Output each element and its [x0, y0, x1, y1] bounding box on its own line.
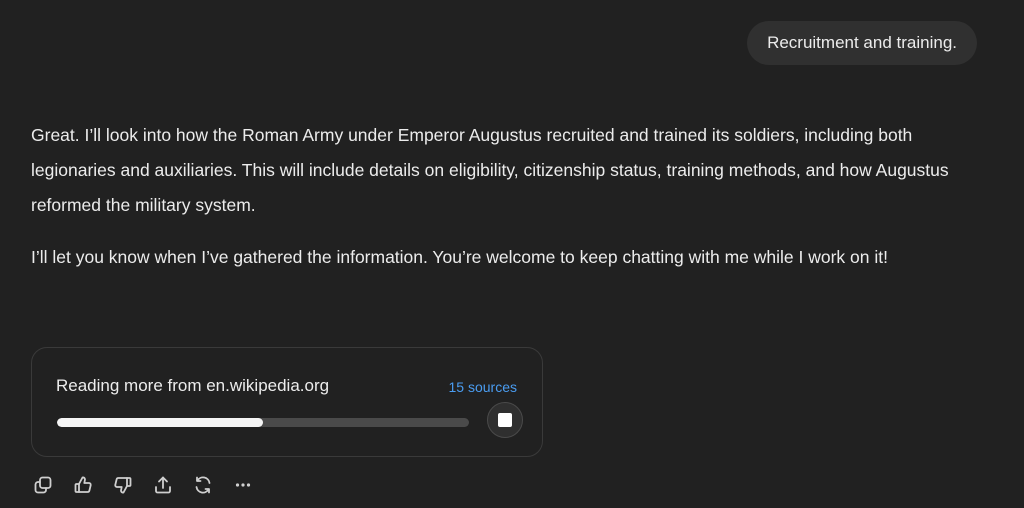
sources-link[interactable]: 15 sources [449, 379, 517, 395]
chat-page: Recruitment and training. Great. I’ll lo… [0, 0, 1024, 508]
assistant-message: Great. I’ll look into how the Roman Army… [31, 118, 971, 275]
more-options-button[interactable] [229, 471, 257, 499]
refresh-icon [195, 476, 211, 494]
share-button[interactable] [149, 471, 177, 499]
progress-bar-fill [57, 418, 263, 427]
stop-button[interactable] [487, 402, 523, 438]
research-progress-card: Reading more from en.wikipedia.org 15 so… [31, 347, 543, 457]
assistant-paragraph: I’ll let you know when I’ve gathered the… [31, 247, 888, 267]
progress-status-text: Reading more from en.wikipedia.org [56, 376, 330, 395]
stop-square-icon [498, 413, 512, 427]
regenerate-button[interactable] [189, 471, 217, 499]
more-horizontal-icon [235, 483, 251, 487]
progress-bar [57, 418, 469, 427]
copy-button[interactable] [29, 471, 57, 499]
assistant-paragraph: Great. I’ll look into how the Roman Army… [31, 125, 949, 215]
thumbs-down-icon [114, 477, 132, 494]
bad-response-button[interactable] [109, 471, 137, 499]
message-actions-toolbar [29, 470, 269, 500]
share-icon [155, 476, 171, 494]
user-message-bubble: Recruitment and training. [747, 21, 977, 65]
good-response-button[interactable] [69, 471, 97, 499]
user-message-text: Recruitment and training. [767, 33, 957, 52]
thumbs-up-icon [74, 476, 92, 493]
copy-icon [34, 476, 52, 494]
